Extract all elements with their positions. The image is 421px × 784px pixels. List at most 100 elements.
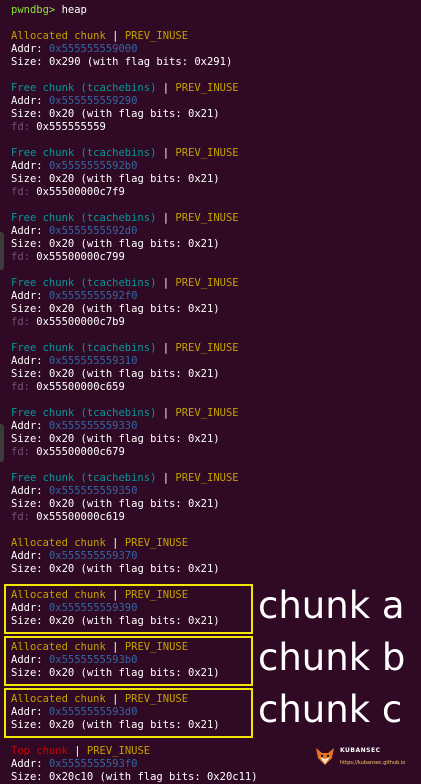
chunk-header: Free chunk (tcachebins) | PREV_INUSE <box>11 342 421 355</box>
chunk-type: Free chunk (tcachebins) <box>11 82 157 94</box>
chunk-size-row: Size: 0x290 (with flag bits: 0x291) <box>11 56 421 69</box>
chunk-fd-row: fd: 0x55500000c7b9 <box>11 316 421 329</box>
chunk-addr-row: Addr: 0x5555555592f0 <box>11 290 421 303</box>
chunk-address[interactable]: 0x555555559370 <box>49 550 138 562</box>
chunk-block: Free chunk (tcachebins) | PREV_INUSE Addr… <box>11 212 421 264</box>
size-key: Size: <box>11 303 43 315</box>
highlight-label: chunk b <box>258 636 406 679</box>
chunk-block: Free chunk (tcachebins) | PREV_INUSE Addr… <box>11 407 421 459</box>
addr-key: Addr: <box>11 758 43 770</box>
prev-inuse-flag: PREV_INUSE <box>175 277 239 289</box>
highlight-label: chunk c <box>258 688 403 731</box>
chunk-size: 0x20 (with flag bits: 0x21) <box>48 173 220 185</box>
chunk-address[interactable]: 0x555555559350 <box>49 485 138 497</box>
chunk-block: Free chunk (tcachebins) | PREV_INUSE Addr… <box>11 82 421 134</box>
chunk-size: 0x20c10 (with flag bits: 0x20c11) <box>48 771 258 783</box>
watermark-name: KUBANSEC <box>340 747 381 754</box>
size-key: Size: <box>11 771 43 783</box>
left-scroll-tab[interactable] <box>0 424 4 462</box>
fd-key: fd: <box>11 121 30 133</box>
separator: | <box>112 537 119 549</box>
chunk-block: Free chunk (tcachebins) | PREV_INUSE Addr… <box>11 342 421 394</box>
chunk-fd-row: fd: 0x55500000c799 <box>11 251 421 264</box>
chunk-address[interactable]: 0x555555559000 <box>49 43 138 55</box>
prev-inuse-flag: PREV_INUSE <box>175 342 239 354</box>
highlight-box <box>4 688 253 738</box>
fd-key: fd: <box>11 186 30 198</box>
prev-inuse-flag: PREV_INUSE <box>124 30 189 42</box>
chunk-fd-row: fd: 0x555555559 <box>11 121 421 134</box>
fd-key: fd: <box>11 511 30 523</box>
chunk-type: Free chunk (tcachebins) <box>11 407 157 419</box>
fd-key: fd: <box>11 316 30 328</box>
separator: | <box>162 212 170 224</box>
chunk-address[interactable]: 0x555555559290 <box>49 95 138 107</box>
chunk-header: Allocated chunk | PREV_INUSE <box>11 537 421 550</box>
chunk-address[interactable]: 0x555555559330 <box>49 420 138 432</box>
chunk-addr-row: Addr: 0x5555555592d0 <box>11 225 421 238</box>
chunk-address[interactable]: 0x5555555593f0 <box>49 758 138 770</box>
separator: | <box>162 277 170 289</box>
prev-inuse-flag: PREV_INUSE <box>124 537 189 549</box>
highlight-box <box>4 584 253 634</box>
chunk-header: Free chunk (tcachebins) | PREV_INUSE <box>11 472 421 485</box>
prev-inuse-flag: PREV_INUSE <box>175 472 239 484</box>
chunk-size: 0x20 (with flag bits: 0x21) <box>48 433 220 445</box>
chunk-fd: 0x55500000c659 <box>36 381 125 393</box>
size-key: Size: <box>11 433 43 445</box>
chunk-addr-row: Addr: 0x555555559350 <box>11 485 421 498</box>
chunk-address[interactable]: 0x5555555592d0 <box>49 225 138 237</box>
chunk-address[interactable]: 0x555555559310 <box>49 355 138 367</box>
chunk-block: Allocated chunk | PREV_INUSE Addr: 0x5555… <box>11 30 421 69</box>
chunk-address[interactable]: 0x5555555592b0 <box>49 160 138 172</box>
chunk-type: Free chunk (tcachebins) <box>11 472 157 484</box>
left-scroll-tab[interactable] <box>0 232 4 270</box>
chunk-size: 0x20 (with flag bits: 0x21) <box>48 303 220 315</box>
chunk-block: Free chunk (tcachebins) | PREV_INUSE Addr… <box>11 472 421 524</box>
separator: | <box>162 472 170 484</box>
chunk-size: 0x20 (with flag bits: 0x21) <box>48 498 220 510</box>
size-key: Size: <box>11 173 43 185</box>
chunk-fd-row: fd: 0x55500000c659 <box>11 381 421 394</box>
prev-inuse-flag: PREV_INUSE <box>175 147 239 159</box>
chunk-header: Free chunk (tcachebins) | PREV_INUSE <box>11 407 421 420</box>
chunk-header: Free chunk (tcachebins) | PREV_INUSE <box>11 277 421 290</box>
chunk-fd: 0x55500000c799 <box>36 251 125 263</box>
addr-key: Addr: <box>11 550 43 562</box>
chunk-type: Top chunk <box>11 745 68 757</box>
chunk-type: Free chunk (tcachebins) <box>11 277 157 289</box>
chunk-fd: 0x55500000c7f9 <box>36 186 125 198</box>
chunk-addr-row: Addr: 0x555555559000 <box>11 43 421 56</box>
chunk-block: Free chunk (tcachebins) | PREV_INUSE Addr… <box>11 277 421 329</box>
addr-key: Addr: <box>11 420 43 432</box>
size-key: Size: <box>11 56 43 68</box>
chunk-addr-row: Addr: 0x555555559290 <box>11 95 421 108</box>
chunk-size-row: Size: 0x20 (with flag bits: 0x21) <box>11 368 421 381</box>
chunk-size-row: Size: 0x20 (with flag bits: 0x21) <box>11 173 421 186</box>
addr-key: Addr: <box>11 485 43 497</box>
prev-inuse-flag: PREV_INUSE <box>175 212 239 224</box>
chunk-header: Free chunk (tcachebins) | PREV_INUSE <box>11 147 421 160</box>
chunk-fd: 0x55500000c679 <box>36 446 125 458</box>
chunk-fd-row: fd: 0x55500000c679 <box>11 446 421 459</box>
fd-key: fd: <box>11 251 30 263</box>
chunk-header: Free chunk (tcachebins) | PREV_INUSE <box>11 82 421 95</box>
addr-key: Addr: <box>11 355 43 367</box>
fd-key: fd: <box>11 381 30 393</box>
addr-key: Addr: <box>11 95 43 107</box>
chunk-size-row: Size: 0x20 (with flag bits: 0x21) <box>11 303 421 316</box>
size-key: Size: <box>11 498 43 510</box>
command-text[interactable]: heap <box>62 4 87 16</box>
chunk-addr-row: Addr: 0x5555555592b0 <box>11 160 421 173</box>
command-line: pwndbg> heap <box>11 4 421 17</box>
chunk-size-row: Size: 0x20 (with flag bits: 0x21) <box>11 498 421 511</box>
fox-logo-icon <box>316 748 334 765</box>
chunk-address[interactable]: 0x5555555592f0 <box>49 290 138 302</box>
